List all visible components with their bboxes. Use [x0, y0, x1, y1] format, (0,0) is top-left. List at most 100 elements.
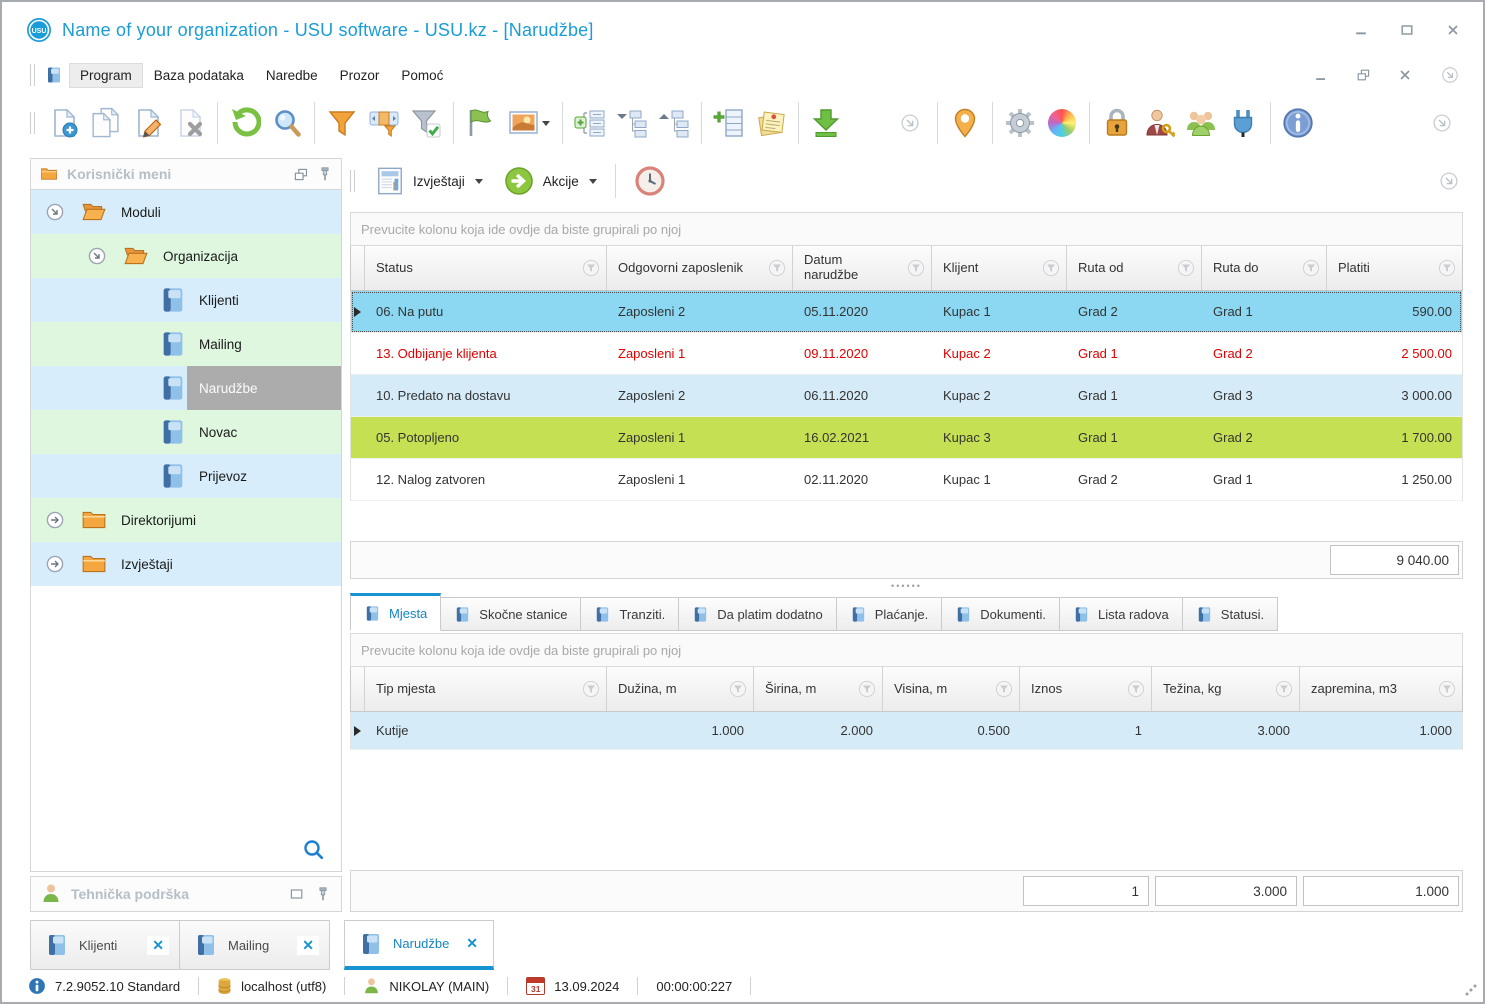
column-filter-icon[interactable]	[1127, 680, 1145, 698]
column-filter-icon[interactable]	[995, 680, 1013, 698]
tab-mjesta[interactable]: Mjesta	[350, 593, 442, 631]
menu-naredbe[interactable]: Naredbe	[255, 63, 329, 88]
tree-item-izvjestaji[interactable]: Izvještaji	[31, 542, 341, 586]
place-row-1[interactable]: Kutije 1.000 2.000 0.500 1 3.000 1.000	[351, 712, 1462, 750]
tab-close-icon[interactable]: ✕	[297, 935, 319, 955]
tab-skocne-stanice[interactable]: Skočne stanice	[441, 597, 582, 631]
col-duzina[interactable]: Dužina, m	[607, 667, 754, 711]
column-filter-icon[interactable]	[907, 259, 925, 277]
mdi-close-button[interactable]	[1397, 67, 1413, 83]
support-maximize-icon[interactable]	[289, 886, 305, 902]
filter-apply-button[interactable]	[405, 100, 447, 146]
actions-button[interactable]: Akcije	[495, 161, 605, 201]
export-download-button[interactable]	[805, 100, 847, 146]
order-row-3[interactable]: 10. Predato na dostavu Zaposleni 2 06.11.2…	[351, 375, 1462, 417]
menu-prozor[interactable]: Prozor	[329, 63, 391, 88]
menubar-overflow-icon[interactable]	[1439, 64, 1461, 86]
filter-button[interactable]	[321, 100, 363, 146]
tab-close-icon[interactable]: ✕	[147, 935, 169, 955]
tree-item-mailing[interactable]: Mailing	[31, 322, 341, 366]
column-filter-icon[interactable]	[729, 680, 747, 698]
user-permissions-button[interactable]	[1138, 100, 1180, 146]
order-row-2[interactable]: 13. Odbijanje klijenta Zaposleni 1 09.11.2…	[351, 333, 1462, 375]
tree-search-icon[interactable]	[303, 839, 325, 861]
copy-record-button[interactable]	[85, 100, 127, 146]
col-klijent[interactable]: Klijent	[932, 246, 1067, 290]
expand-tree-button[interactable]	[653, 100, 695, 146]
tab-close-icon[interactable]: ✕	[461, 934, 483, 953]
tree-item-narudzbe-selected[interactable]: Narudžbe	[31, 366, 341, 410]
tree-item-prijevoz[interactable]: Prijevoz	[31, 454, 341, 498]
col-zapremina[interactable]: zapremina, m3	[1300, 667, 1462, 711]
window-tab-narudzbe[interactable]: Narudžbe ✕	[344, 920, 494, 970]
plugin-button[interactable]	[1222, 100, 1264, 146]
tab-dokumenti[interactable]: Dokumenti.	[942, 597, 1060, 631]
column-filter-icon[interactable]	[582, 259, 600, 277]
tab-lista-radova[interactable]: Lista radova	[1059, 597, 1183, 631]
order-row-1[interactable]: 06. Na putu Zaposleni 2 05.11.2020 Kupac 1G…	[351, 291, 1462, 333]
mdi-restore-button[interactable]	[1355, 67, 1371, 83]
col-sirina[interactable]: Širina, m	[754, 667, 883, 711]
image-view-button[interactable]	[502, 100, 556, 146]
col-status[interactable]: Status	[365, 246, 607, 290]
location-pin-button[interactable]	[944, 100, 986, 146]
expander-closed-icon[interactable]	[45, 554, 65, 574]
expander-open-icon[interactable]	[45, 202, 65, 222]
tree-item-klijenti[interactable]: Klijenti	[31, 278, 341, 322]
column-filter-icon[interactable]	[1438, 259, 1456, 277]
column-filter-icon[interactable]	[1177, 259, 1195, 277]
column-filter-icon[interactable]	[1042, 259, 1060, 277]
col-platiti[interactable]: Platiti	[1327, 246, 1462, 290]
col-ruta-od[interactable]: Ruta od	[1067, 246, 1202, 290]
places-group-bar[interactable]: Prevucite kolonu koja ide ovdje da biste…	[350, 633, 1463, 667]
color-theme-button[interactable]	[1041, 100, 1083, 146]
col-datum-narudzbe[interactable]: Datum narudžbe	[793, 246, 932, 290]
window-tab-klijenti[interactable]: Klijenti ✕	[30, 920, 180, 970]
tab-statusi[interactable]: Statusi.	[1182, 597, 1279, 631]
window-tab-mailing[interactable]: Mailing ✕	[180, 920, 330, 970]
column-filter-icon[interactable]	[1275, 680, 1293, 698]
panel-pin-icon[interactable]	[317, 166, 333, 182]
close-button[interactable]	[1445, 22, 1461, 38]
users-button[interactable]	[1180, 100, 1222, 146]
order-row-5[interactable]: 12. Nalog zatvoren Zaposleni 1 02.11.2020 K…	[351, 459, 1462, 501]
tab-tranziti[interactable]: Tranziti.	[581, 597, 680, 631]
report-bar-overflow-icon[interactable]	[1437, 169, 1461, 193]
expand-groups-button[interactable]	[569, 100, 611, 146]
lock-button[interactable]	[1096, 100, 1138, 146]
column-filter-icon[interactable]	[582, 680, 600, 698]
add-subrecord-button[interactable]	[708, 100, 750, 146]
tree-item-organizacija[interactable]: Organizacija	[31, 234, 341, 278]
horizontal-splitter[interactable]: ••••••	[350, 579, 1463, 593]
col-tip-mjesta[interactable]: Tip mjesta	[365, 667, 607, 711]
column-filter-icon[interactable]	[768, 259, 786, 277]
expander-closed-icon[interactable]	[45, 510, 65, 530]
support-pin-icon[interactable]	[315, 886, 331, 902]
column-filter-icon[interactable]	[1438, 680, 1456, 698]
orders-group-bar[interactable]: Prevucite kolonu koja ide ovdje da biste…	[350, 212, 1463, 246]
order-row-4[interactable]: 05. Potopljeno Zaposleni 1 16.02.2021 Kupac…	[351, 417, 1462, 459]
menu-baza-podataka[interactable]: Baza podataka	[143, 63, 255, 88]
report-toolbar-grip[interactable]	[350, 170, 355, 192]
toolbar-overflow-right-icon[interactable]	[1421, 100, 1463, 146]
resize-grip[interactable]	[1465, 984, 1477, 996]
mdi-minimize-button[interactable]	[1313, 67, 1329, 83]
toolbar-overflow-left-icon[interactable]	[889, 100, 931, 146]
tab-da-platim-dodatno[interactable]: Da platim dodatno	[679, 597, 837, 631]
menubar-grip[interactable]	[30, 64, 35, 86]
filter-custom-button[interactable]	[363, 100, 405, 146]
tree-item-direktorijumi[interactable]: Direktorijumi	[31, 498, 341, 542]
about-button[interactable]	[1277, 100, 1319, 146]
toolbar-grip[interactable]	[30, 112, 35, 134]
search-button[interactable]	[266, 100, 308, 146]
support-panel-header[interactable]: Tehnička podrška	[30, 876, 342, 912]
reports-button[interactable]: Izvještaji	[367, 162, 491, 200]
refresh-button[interactable]	[224, 100, 266, 146]
col-visina[interactable]: Visina, m	[883, 667, 1020, 711]
tree-item-moduli[interactable]: Moduli	[31, 190, 341, 234]
expander-open-icon[interactable]	[87, 246, 107, 266]
column-filter-icon[interactable]	[858, 680, 876, 698]
collapse-tree-button[interactable]	[611, 100, 653, 146]
maximize-button[interactable]	[1399, 22, 1415, 38]
edit-record-button[interactable]	[127, 100, 169, 146]
